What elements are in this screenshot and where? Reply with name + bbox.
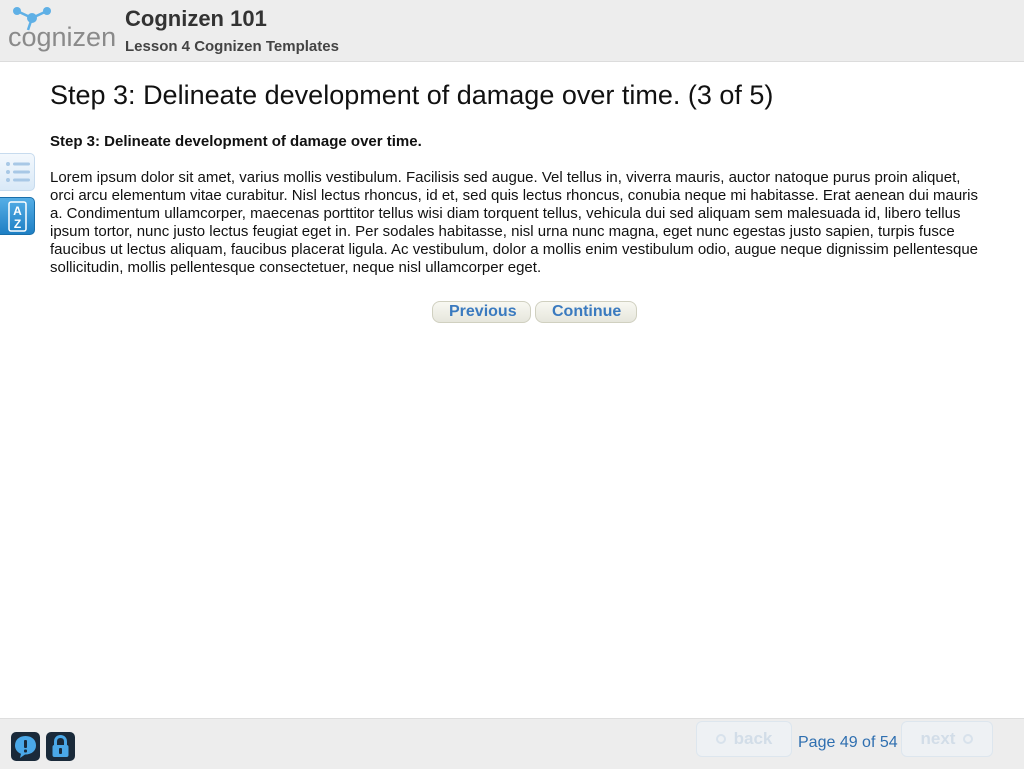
next-label: next <box>920 729 956 748</box>
continue-button[interactable]: Continue <box>535 301 637 323</box>
previous-button[interactable]: Previous <box>432 301 531 323</box>
lock-icon <box>52 734 69 757</box>
help-speech-icon <box>15 736 36 758</box>
page-nav-buttons: Previous Continue <box>432 301 637 323</box>
lesson-title: Lesson 4 Cognizen Templates <box>125 38 339 55</box>
table-of-contents-tab[interactable] <box>0 153 35 191</box>
step-heading: Step 3: Delineate development of damage … <box>50 133 422 150</box>
back-label: back <box>733 729 773 748</box>
page-title: Step 3: Delineate development of damage … <box>50 80 774 110</box>
next-circle-icon <box>963 734 974 744</box>
body-paragraph: Lorem ipsum dolor sit amet, varius molli… <box>50 169 979 276</box>
cognizen-logo: cognizen <box>8 7 116 52</box>
help-button[interactable] <box>11 732 40 761</box>
back-button[interactable]: back <box>696 721 792 757</box>
back-circle-icon <box>715 734 726 744</box>
list-icon <box>6 162 30 182</box>
glossary-tab[interactable]: A Z <box>0 197 35 235</box>
course-title: Cognizen 101 <box>125 6 267 31</box>
svg-text:cognizen: cognizen <box>8 22 116 52</box>
lock-button[interactable] <box>46 732 75 761</box>
next-button[interactable]: next <box>901 721 993 757</box>
svg-text:A: A <box>13 204 22 218</box>
header-bar: cognizen Cognizen 101 Lesson 4 Cognizen … <box>0 0 1024 62</box>
svg-text:Z: Z <box>14 217 21 231</box>
a-z-glossary-icon: A Z <box>8 201 27 232</box>
page-indicator: Page 49 of 54 <box>798 734 898 751</box>
